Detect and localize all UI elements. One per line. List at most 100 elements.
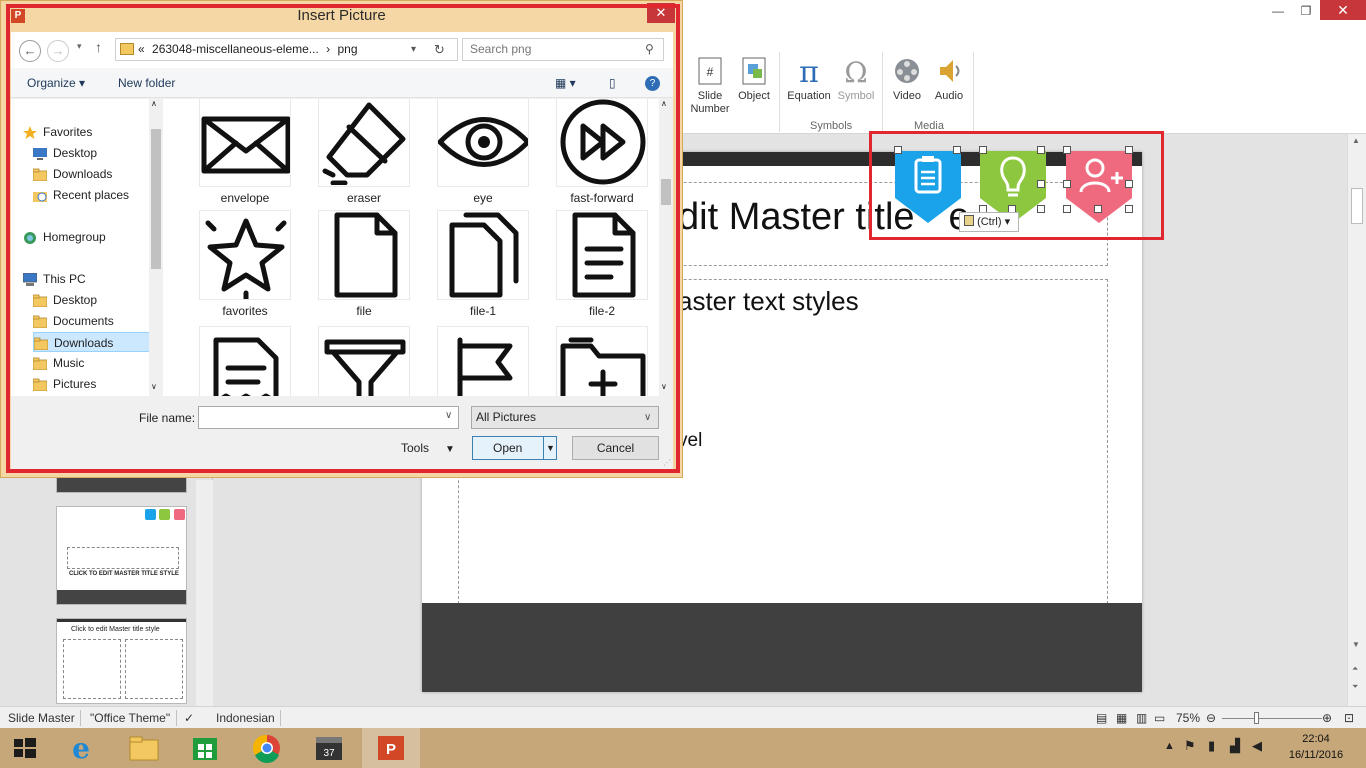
organize-menu[interactable]: Organize ▾ [27, 76, 85, 90]
clock[interactable]: 22:04 16/11/2016 [1280, 731, 1352, 763]
file-item[interactable]: favorites [185, 210, 295, 327]
next-slide-icon[interactable]: ⏷ [1352, 682, 1358, 692]
cancel-button[interactable]: Cancel [572, 436, 659, 460]
nav-item-music[interactable]: Music [32, 353, 163, 373]
minimize-button[interactable]: — [1264, 0, 1292, 22]
file-name-input[interactable]: ∨ [198, 406, 459, 429]
forward-button[interactable]: → [47, 40, 69, 62]
up-button[interactable]: ↑ [95, 39, 102, 55]
nav-item-recent-places[interactable]: Recent places [33, 185, 163, 205]
start-button[interactable] [0, 728, 50, 768]
tools-menu[interactable]: Tools ▼ [401, 441, 455, 455]
volume-icon[interactable]: ◀ [1252, 738, 1262, 754]
flag-icon[interactable]: ⚑ [1184, 738, 1196, 754]
equation-button[interactable]: π Equation [784, 56, 834, 103]
show-hidden-icons[interactable]: ▲ [1164, 740, 1175, 752]
language[interactable]: Indonesian [216, 711, 275, 725]
search-input[interactable]: Search png ⚲ [462, 38, 664, 61]
scroll-down-icon[interactable]: ∨ [661, 382, 667, 391]
scroll-up-icon[interactable]: ∧ [151, 99, 157, 108]
taskbar-powerpoint[interactable]: P [362, 728, 420, 768]
battery-icon[interactable]: ▮ [1208, 738, 1215, 754]
zoom-slider[interactable] [1222, 718, 1322, 719]
nav-item-pictures[interactable]: Pictures [32, 374, 163, 394]
file-item[interactable] [423, 326, 533, 396]
zoom-out-icon[interactable]: ⊖ [1206, 711, 1216, 725]
refresh-icon[interactable]: ↻ [434, 39, 445, 60]
object-button[interactable]: Object [734, 56, 774, 103]
video-button[interactable]: Video [888, 56, 926, 103]
nav-item-homegroup[interactable]: Homegroup [23, 227, 163, 247]
previous-slide-icon[interactable]: ⏶ [1352, 664, 1358, 674]
slide-sorter-icon[interactable]: ▦ [1116, 711, 1127, 725]
restore-button[interactable]: ❐ [1292, 0, 1320, 22]
normal-view-icon[interactable]: ▤ [1096, 711, 1107, 725]
scroll-down-icon[interactable]: ▼ [1352, 640, 1360, 649]
slideshow-icon[interactable]: ▭ [1154, 711, 1165, 725]
chevron-down-icon[interactable]: ∨ [445, 410, 452, 421]
file-item[interactable]: fast-forward [542, 99, 652, 214]
nav-item-this-pc[interactable]: This PC [22, 269, 163, 289]
address-bar[interactable]: « 263048-miscellaneous-eleme... › png ▾ … [115, 38, 458, 61]
slide-thumbnail[interactable]: Click to edit Master title style [56, 618, 187, 704]
taskbar-media-app[interactable]: 37 [300, 728, 358, 768]
svg-text:P: P [386, 741, 396, 758]
file-item[interactable] [185, 326, 295, 396]
change-view-icon[interactable]: ▦ ▾ [555, 76, 576, 90]
nav-item-documents[interactable]: Documents [32, 311, 163, 331]
thumbnail-scrollbar[interactable] [196, 480, 213, 706]
nav-item-downloads[interactable]: Downloads [33, 332, 163, 352]
nav-item-downloads[interactable]: Downloads [32, 164, 163, 184]
zoom-in-icon[interactable]: ⊕ [1322, 711, 1332, 725]
reading-view-icon[interactable]: ▥ [1136, 711, 1147, 725]
scroll-down-icon[interactable]: ∨ [151, 382, 157, 391]
symbol-button[interactable]: Ω Symbol [836, 56, 876, 103]
slide-number-button[interactable]: # Slide Number [688, 56, 732, 116]
open-button[interactable]: Open ▼ [472, 436, 557, 460]
file-item[interactable]: eye [423, 99, 533, 214]
scroll-up-icon[interactable]: ▲ [1352, 136, 1360, 145]
signal-icon[interactable]: ▟ [1230, 738, 1240, 754]
scroll-thumb[interactable] [151, 129, 161, 269]
breadcrumb-subfolder[interactable]: png [337, 42, 357, 56]
slide-thumbnail[interactable]: CLICK TO EDIT MASTER TITLE STYLE [56, 506, 187, 605]
resize-grip-icon[interactable]: ⋰ [663, 458, 671, 467]
nav-item-desktop[interactable]: Desktop [33, 143, 163, 163]
navigation-pane-scrollbar[interactable]: ∧ ∨ [149, 99, 163, 396]
chevron-down-icon[interactable]: ▾ [411, 39, 416, 60]
recent-locations-icon[interactable]: ▾ [77, 41, 82, 52]
scroll-thumb[interactable] [661, 179, 671, 205]
taskbar-store[interactable] [176, 728, 234, 768]
nav-item-favorites[interactable]: Favorites [23, 122, 163, 142]
nav-item-desktop[interactable]: Desktop [32, 290, 163, 310]
breadcrumb-separator: › [326, 42, 331, 56]
scroll-thumb[interactable] [1351, 188, 1363, 224]
zoom-level[interactable]: 75% [1176, 711, 1200, 725]
new-folder-button[interactable]: New folder [118, 76, 175, 90]
file-item[interactable]: file-2 [542, 210, 652, 327]
chevron-down-icon[interactable]: ▼ [546, 437, 555, 459]
help-icon[interactable]: ? [645, 76, 660, 91]
spellcheck-icon[interactable]: ✓ [184, 711, 194, 725]
file-item[interactable]: file-1 [423, 210, 533, 327]
slide-scrollbar[interactable]: ▲ ▼ ⏶ ⏷ [1347, 134, 1366, 706]
close-window-button[interactable]: ✕ [1320, 0, 1366, 20]
file-item[interactable]: file [304, 210, 414, 327]
file-item[interactable]: eraser [304, 99, 414, 214]
fit-slide-icon[interactable]: ⊡ [1344, 711, 1354, 725]
close-dialog-button[interactable]: ✕ [647, 3, 675, 23]
preview-pane-icon[interactable]: ▯ [609, 76, 616, 90]
taskbar-chrome[interactable] [238, 728, 296, 768]
audio-button[interactable]: Audio [930, 56, 968, 103]
zoom-slider-thumb[interactable] [1254, 712, 1259, 724]
back-button[interactable]: ← [19, 40, 41, 62]
taskbar-internet-explorer[interactable]: e [52, 728, 110, 768]
breadcrumb-folder[interactable]: 263048-miscellaneous-eleme... [152, 42, 319, 56]
file-list-scrollbar[interactable]: ∧ ∨ [659, 99, 673, 396]
file-item[interactable] [304, 326, 414, 396]
file-item[interactable]: envelope [185, 99, 295, 214]
scroll-up-icon[interactable]: ∧ [661, 99, 667, 108]
file-item[interactable] [542, 326, 652, 396]
file-type-select[interactable]: All Pictures ∨ [471, 406, 659, 429]
taskbar-file-explorer[interactable] [114, 728, 172, 768]
